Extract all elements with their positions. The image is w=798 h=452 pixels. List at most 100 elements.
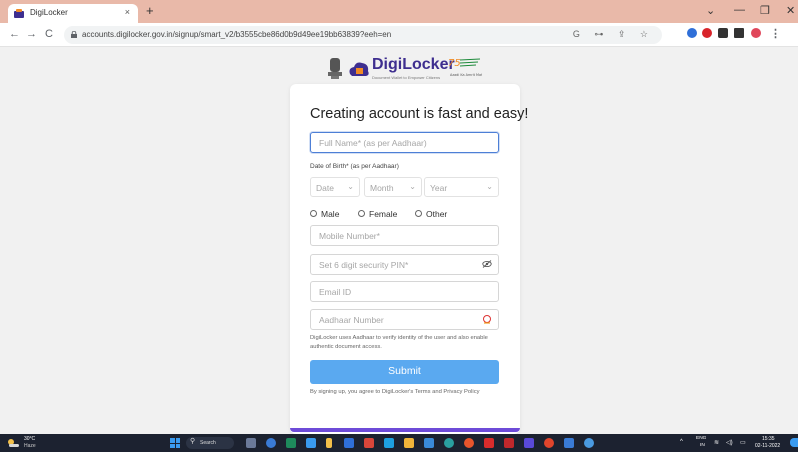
word-icon[interactable] [344, 438, 354, 448]
aadhaar-number-input[interactable]: Aadhaar Number [310, 309, 499, 330]
mobile-number-input[interactable]: Mobile Number* [310, 225, 499, 246]
azadi-ka-amrit-mahotsav-logo: 75 Azadi Ka Amrit Mahotsav [448, 58, 482, 77]
aadhaar-placeholder: Aadhaar Number [319, 315, 384, 325]
extensions-puzzle-icon[interactable] [718, 28, 728, 38]
brand-tagline: Document Wallet to Empower Citizens [372, 75, 441, 80]
app-blue-icon[interactable] [424, 438, 434, 448]
chevron-down-icon: ⌄ [347, 182, 354, 191]
signup-card: Creating account is fast and easy! Full … [290, 84, 528, 434]
minimize-button[interactable]: — [734, 4, 745, 16]
svg-text:Azadi Ka Amrit Mahotsav: Azadi Ka Amrit Mahotsav [450, 73, 482, 77]
aadhaar-note: DigiLocker uses Aadhaar to verify identi… [310, 335, 488, 350]
wifi-icon[interactable]: ≋ [714, 439, 719, 446]
tray-overflow-icon[interactable]: ^ [680, 439, 683, 445]
battery-icon[interactable]: ▭ [740, 439, 746, 446]
eye-slash-icon[interactable] [482, 260, 492, 270]
side-panel-icon[interactable] [734, 28, 744, 38]
tab-close-icon[interactable]: × [125, 7, 130, 17]
full-name-placeholder: Full Name* (as per Aadhaar) [319, 138, 427, 148]
aadhaar-logo-icon [483, 315, 491, 324]
dob-label: Date of Birth* (as per Aadhaar) [310, 163, 399, 170]
volume-icon[interactable]: ◁) [726, 439, 733, 446]
notification-icon[interactable] [790, 438, 798, 447]
digilocker-favicon-icon [14, 9, 24, 18]
form-heading: Creating account is fast and easy! [310, 106, 529, 122]
page-viewport: DigiLocker Document Wallet to Empower Ci… [0, 48, 798, 434]
search-icon: ⚲ [190, 438, 196, 445]
windows-taskbar: 30°C Haze ⚲ Search ^ ENG IN ≋ ◁) ▭ 15:35… [0, 434, 798, 452]
omnibox-action-icons[interactable]: G ⊶ ⇪ ☆ [573, 29, 654, 40]
close-window-button[interactable]: ✕ [786, 4, 795, 17]
mobile-placeholder: Mobile Number* [319, 231, 380, 241]
pin-placeholder: Set 6 digit security PIN* [319, 260, 409, 270]
gender-female-label: Female [369, 209, 398, 219]
opera-extension-icon[interactable] [702, 28, 712, 38]
bolt-app-icon[interactable] [326, 438, 332, 448]
app-orange-icon[interactable] [544, 438, 554, 448]
excel-icon[interactable] [286, 438, 296, 448]
address-bar[interactable]: accounts.digilocker.gov.in/signup/smart_… [64, 26, 662, 44]
browser-toolbar: ← → C accounts.digilocker.gov.in/signup/… [0, 23, 798, 47]
dob-year-select[interactable]: Year ⌄ [424, 177, 499, 197]
language-region: IN [700, 443, 705, 448]
digilocker-header-logo: DigiLocker Document Wallet to Empower Ci… [326, 56, 486, 82]
submit-button[interactable]: Submit [310, 360, 499, 384]
chrome-icon[interactable] [464, 438, 474, 448]
tab-title: DigiLocker [30, 8, 68, 17]
card-accent-bar [290, 428, 520, 432]
chevron-down-icon: ⌄ [486, 182, 493, 191]
app-teal-icon[interactable] [444, 438, 454, 448]
taskbar-search-box[interactable]: ⚲ Search [186, 437, 234, 449]
powerpoint-icon[interactable] [364, 438, 374, 448]
dob-year-value: Year [430, 183, 448, 193]
lock-icon [71, 31, 77, 38]
tab-search-chevron-icon[interactable]: ⌄ [706, 4, 715, 17]
forward-button[interactable]: → [26, 28, 37, 40]
back-button[interactable]: ← [9, 28, 20, 40]
national-emblem-icon [328, 58, 342, 79]
gender-other-label: Other [426, 209, 448, 219]
dob-date-value: Date [316, 183, 334, 193]
new-tab-button[interactable]: + [146, 3, 154, 18]
extension-blue-icon[interactable] [687, 28, 697, 38]
restore-button[interactable]: ❐ [760, 4, 770, 17]
chevron-down-icon: ⌄ [409, 182, 416, 191]
file-explorer-icon[interactable] [404, 438, 414, 448]
app-globe-icon[interactable] [584, 438, 594, 448]
store-icon[interactable] [306, 438, 316, 448]
browser-menu-icon[interactable]: ⋮ [770, 27, 781, 40]
gender-radio-group: Male Female Other [310, 208, 500, 220]
reload-button[interactable]: C [45, 28, 53, 40]
submit-label: Submit [388, 365, 421, 377]
language-indicator[interactable]: ENG [696, 436, 706, 441]
digilocker-cloud-icon [349, 62, 369, 76]
clock-time[interactable]: 15:35 [762, 436, 775, 442]
terms-text: By signing up, you agree to DigiLocker's… [310, 389, 480, 395]
weather-haze-icon[interactable] [6, 438, 20, 448]
app-photo-icon[interactable] [564, 438, 574, 448]
weather-description: Haze [24, 443, 36, 449]
dob-date-select[interactable]: Date ⌄ [310, 177, 360, 197]
chat-icon[interactable] [266, 438, 276, 448]
windows-start-button[interactable] [170, 438, 180, 448]
app-red-icon[interactable] [484, 438, 494, 448]
dob-month-select[interactable]: Month ⌄ [364, 177, 422, 197]
security-pin-input[interactable]: Set 6 digit security PIN* [310, 254, 499, 275]
edge-icon[interactable] [384, 438, 394, 448]
browser-tab[interactable]: DigiLocker × [8, 4, 138, 23]
clock-date: 02-11-2022 [755, 443, 781, 449]
dob-month-value: Month [370, 183, 394, 193]
radio-circle-icon [358, 210, 365, 217]
svg-text:75: 75 [448, 58, 461, 69]
radio-circle-icon [415, 210, 422, 217]
filezilla-icon[interactable] [504, 438, 514, 448]
onenote-icon[interactable] [524, 438, 534, 448]
profile-avatar-icon[interactable] [751, 28, 761, 38]
eye-slash-svg [482, 260, 492, 268]
gender-male-label: Male [321, 209, 340, 219]
browser-titlebar: DigiLocker × + ⌄ — ❐ ✕ [0, 0, 798, 23]
task-view-icon[interactable] [246, 438, 256, 448]
email-input[interactable]: Email ID [310, 281, 499, 302]
url-text: accounts.digilocker.gov.in/signup/smart_… [82, 30, 392, 39]
full-name-input[interactable]: Full Name* (as per Aadhaar) [310, 132, 499, 153]
